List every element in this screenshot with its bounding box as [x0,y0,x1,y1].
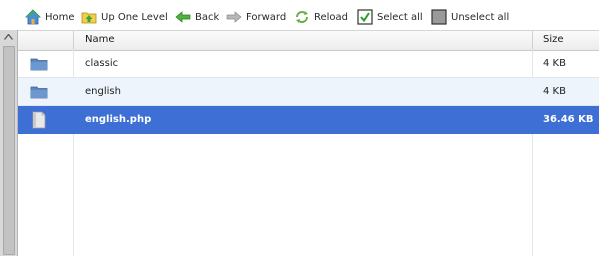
file-name: english.php [85,114,152,125]
home-button[interactable]: Home [25,8,75,26]
file-size: 4 KB [543,86,566,97]
file-browser: Name Size classic 4 KB english 4 KB engl… [0,30,599,256]
folder-up-icon [81,9,97,25]
column-separator [73,31,74,50]
back-button[interactable]: Back [175,8,219,26]
back-label: Back [195,11,220,23]
select-all-label: Select all [377,11,423,23]
table-row[interactable]: english 4 KB [18,78,599,106]
reload-label: Reload [314,11,349,23]
up-one-level-label: Up One Level [101,11,168,23]
vertical-scrollbar[interactable] [0,30,18,256]
reload-icon [294,9,310,25]
forward-label: Forward [246,11,287,23]
reload-button[interactable]: Reload [294,8,348,26]
checkbox-checked-icon [357,9,373,25]
select-all-button[interactable]: Select all [357,8,423,26]
unselect-all-button[interactable]: Unselect all [431,8,509,26]
toolbar: Home Up One Level Back Forward Reload Se… [0,0,599,30]
home-icon [25,9,41,25]
table-row[interactable]: classic 4 KB [18,50,599,78]
file-icon [30,111,48,129]
file-name: classic [85,58,119,69]
folder-icon [30,83,48,101]
unselect-all-label: Unselect all [451,11,510,23]
scroll-up-arrow-icon[interactable] [0,30,17,44]
column-header-name[interactable]: Name [85,31,115,50]
table-header: Name Size [18,30,599,51]
file-size: 4 KB [543,58,566,69]
table-row-selected[interactable]: english.php 36.46 KB [18,106,599,134]
checkbox-empty-icon [431,9,447,25]
scrollbar-thumb[interactable] [3,46,15,255]
file-table: Name Size classic 4 KB english 4 KB engl… [18,30,599,256]
home-label: Home [45,11,75,23]
file-size: 36.46 KB [543,114,594,125]
column-separator [532,31,533,50]
folder-icon [30,55,48,73]
column-header-size[interactable]: Size [543,31,564,50]
arrow-right-icon [226,9,242,25]
arrow-left-icon [175,9,191,25]
forward-button[interactable]: Forward [226,8,286,26]
up-one-level-button[interactable]: Up One Level [81,8,168,26]
file-name: english [85,86,121,97]
